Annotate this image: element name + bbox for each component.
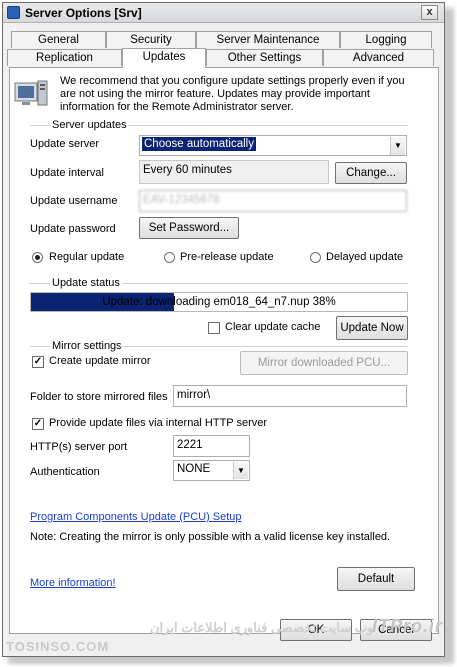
tab-general[interactable]: General	[11, 31, 106, 48]
create-mirror-label: Create update mirror	[49, 355, 151, 367]
authentication-label: Authentication	[30, 466, 100, 478]
mirror-folder-field[interactable]: mirror\	[173, 385, 407, 407]
http-port-field[interactable]: 2221	[173, 435, 250, 457]
more-information-link[interactable]: More information!	[30, 577, 116, 589]
update-server-select[interactable]: Choose automatically ▼	[139, 135, 407, 156]
progress-text: Update: downloading em018_64_n7.nup 38%	[102, 296, 336, 308]
info-text: We recommend that you configure update s…	[60, 75, 405, 113]
server-update-icon	[14, 80, 48, 106]
update-username-label: Update username	[30, 195, 118, 207]
update-password-label: Update password	[30, 223, 116, 235]
update-interval-field: Every 60 minutes	[139, 160, 329, 184]
watermark-brand: ITPro.ir	[372, 616, 444, 636]
tab-other-settings[interactable]: Other Settings	[206, 49, 323, 66]
chevron-down-icon[interactable]: ▼	[390, 137, 405, 155]
mirror-license-note: Note: Creating the mirror is only possib…	[30, 531, 391, 543]
tab-security[interactable]: Security	[106, 31, 196, 48]
separator	[30, 283, 50, 284]
clear-update-cache-checkbox[interactable]	[208, 322, 220, 334]
tab-advanced[interactable]: Advanced	[323, 49, 434, 66]
delayed-update-radio[interactable]	[310, 252, 321, 263]
http-port-label: HTTP(s) server port	[30, 441, 128, 453]
authentication-value: NONE	[177, 463, 211, 475]
pcu-setup-link[interactable]: Program Components Update (PCU) Setup	[30, 511, 242, 523]
watermark: TOSINSO.COM وب سایت تخصصی فناوری اطلاعات…	[0, 612, 457, 667]
authentication-select[interactable]: NONE ▼	[173, 460, 250, 481]
update-status-heading: Update status	[52, 277, 120, 289]
separator	[122, 283, 408, 284]
prerelease-update-radio[interactable]	[164, 252, 175, 263]
clear-update-cache-label: Clear update cache	[225, 321, 321, 333]
server-updates-heading: Server updates	[52, 119, 127, 131]
delayed-update-label: Delayed update	[326, 251, 404, 263]
default-button[interactable]: Default	[337, 567, 415, 591]
tab-updates[interactable]: Updates	[122, 48, 206, 68]
mirror-folder-label: Folder to store mirrored files	[30, 391, 168, 403]
create-mirror-checkbox[interactable]: ✓	[32, 356, 44, 368]
tab-replication[interactable]: Replication	[7, 49, 122, 66]
change-interval-button[interactable]: Change...	[335, 162, 407, 184]
tab-server-maintenance[interactable]: Server Maintenance	[196, 31, 340, 48]
chevron-down-icon[interactable]: ▼	[233, 462, 248, 479]
watermark-site: TOSINSO.COM	[6, 639, 110, 654]
update-username-field[interactable]: EAV-12345678	[139, 190, 407, 212]
separator	[30, 125, 50, 126]
title-bar[interactable]: Server Options [Srv] x	[3, 3, 444, 23]
separator	[30, 346, 50, 347]
regular-update-label: Regular update	[49, 251, 125, 263]
update-server-value: Choose automatically	[142, 137, 256, 151]
update-server-label: Update server	[30, 138, 100, 150]
watermark-tagline: وب سایت تخصصی فناوری اطلاعات ایران	[150, 620, 374, 635]
mirror-settings-heading: Mirror settings	[52, 340, 122, 352]
separator	[128, 125, 408, 126]
close-icon[interactable]: x	[421, 5, 438, 20]
mirror-downloaded-pcu-button[interactable]: Mirror downloaded PCU...	[240, 351, 408, 375]
app-icon	[7, 6, 20, 19]
window-title: Server Options [Srv]	[25, 6, 142, 20]
update-interval-label: Update interval	[30, 167, 104, 179]
regular-update-radio[interactable]	[32, 252, 43, 263]
prerelease-update-label: Pre-release update	[180, 251, 274, 263]
set-password-button[interactable]: Set Password...	[139, 217, 239, 239]
update-progress-bar: Update: downloading em018_64_n7.nup 38%	[30, 292, 408, 312]
separator	[120, 346, 408, 347]
provide-http-label: Provide update files via internal HTTP s…	[49, 417, 268, 429]
update-now-button[interactable]: Update Now	[336, 316, 408, 340]
provide-http-checkbox[interactable]: ✓	[32, 418, 44, 430]
tab-logging[interactable]: Logging	[340, 31, 432, 48]
